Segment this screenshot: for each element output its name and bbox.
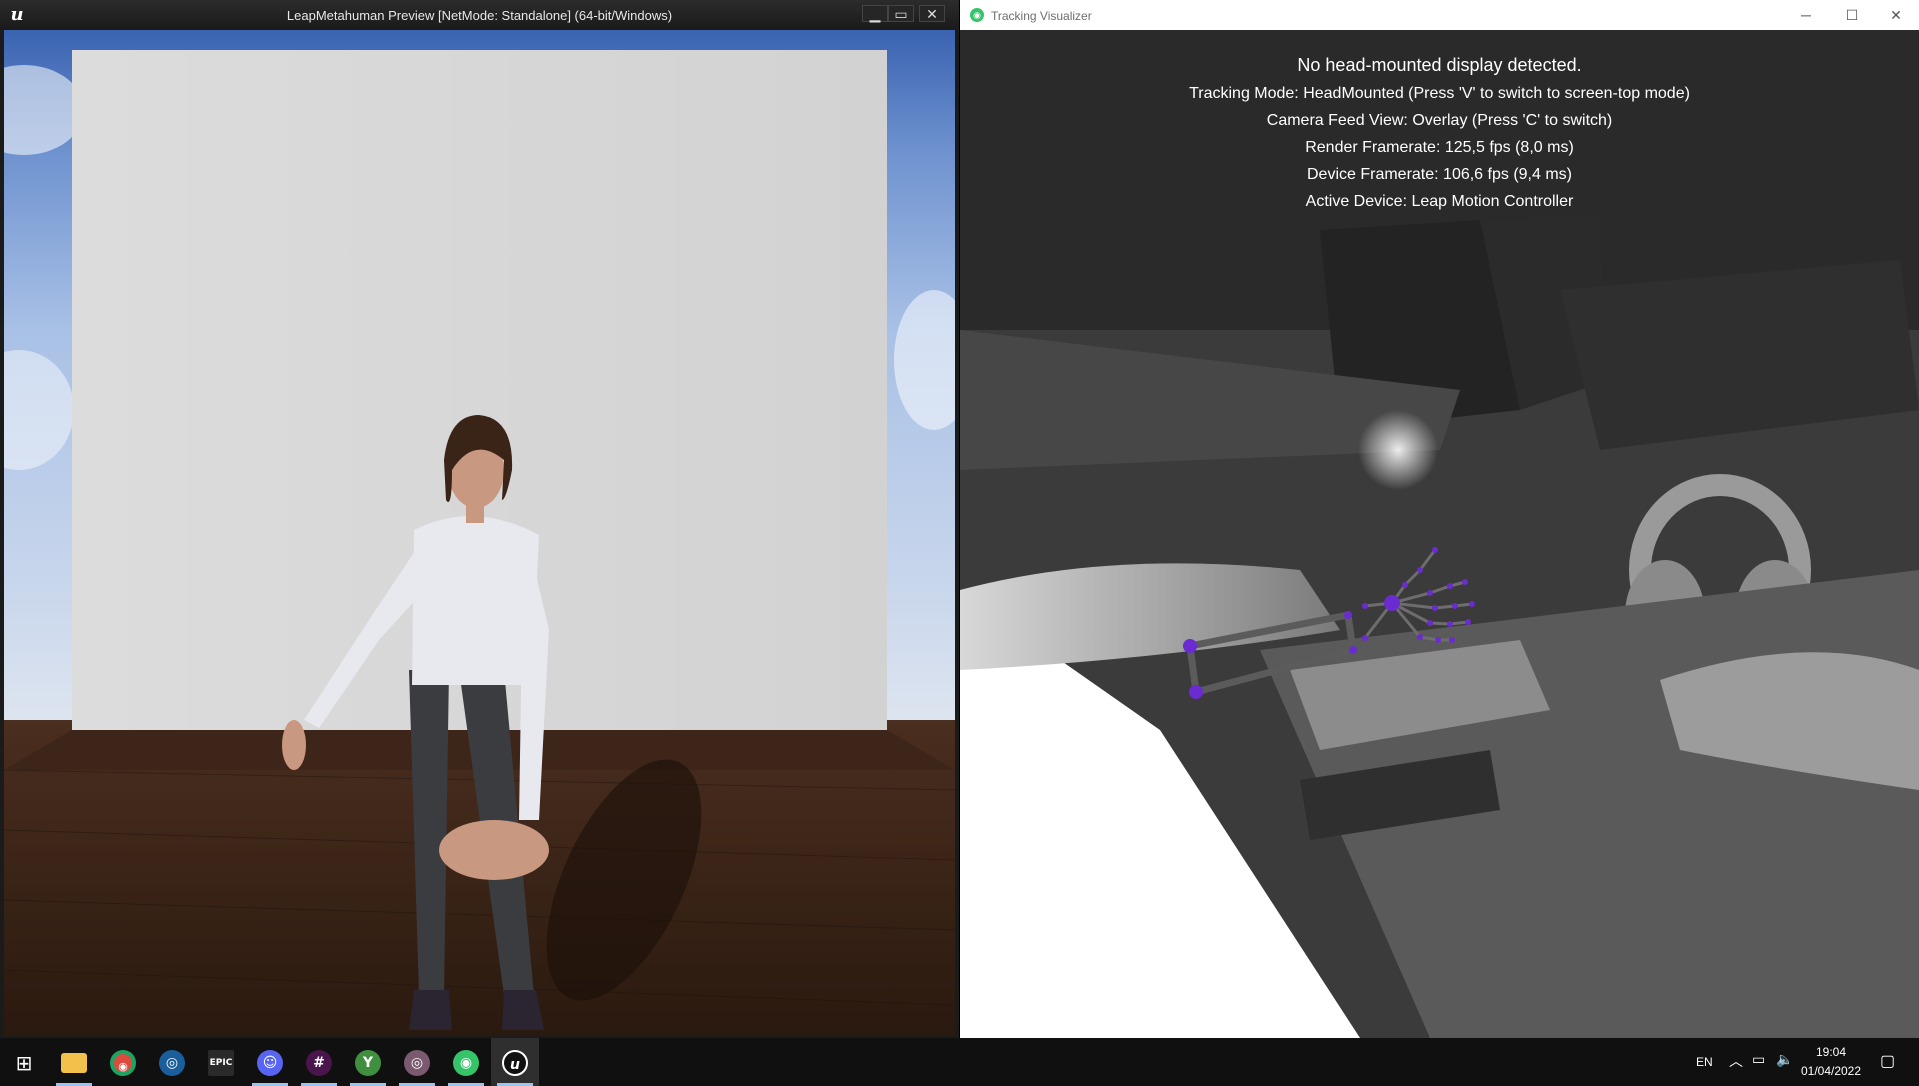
taskbar-chrome[interactable]: ◉: [99, 1038, 147, 1086]
taskbar-app-y[interactable]: Y: [344, 1038, 392, 1086]
chevron-up-icon[interactable]: ︿: [1729, 1051, 1743, 1071]
close-button[interactable]: ✕: [919, 5, 945, 22]
tracking-status-panel: No head-mounted display detected. Tracki…: [960, 50, 1919, 215]
maximize-button[interactable]: ☐: [1829, 0, 1875, 30]
taskbar-discord[interactable]: ☺: [246, 1038, 294, 1086]
taskbar-slack[interactable]: #: [295, 1038, 343, 1086]
camera-feed-view: No head-mounted display detected. Tracki…: [960, 30, 1919, 1038]
tracking-visualizer-title-bar[interactable]: ◉ Tracking Visualizer ─ ☐ ✕: [960, 0, 1919, 30]
taskbar-unreal[interactable]: u: [491, 1038, 539, 1086]
network-icon[interactable]: ▭: [1752, 1051, 1765, 1068]
tracking-visualizer-window: ◉ Tracking Visualizer ─ ☐ ✕ No head-moun…: [960, 0, 1919, 1038]
scene-render: [4, 50, 955, 1036]
eye-icon: ◉: [453, 1050, 479, 1077]
minimize-button[interactable]: ▁: [862, 5, 888, 22]
taskbar-steam[interactable]: ◎: [148, 1038, 196, 1086]
device-framerate-text: Device Framerate: 106,6 fps (9,4 ms): [1307, 166, 1572, 183]
unreal-title-bar[interactable]: u LeapMetahuman Preview [NetMode: Standa…: [0, 0, 959, 30]
taskbar-epic-games[interactable]: EPIC: [197, 1038, 245, 1086]
taskbar-app-eye[interactable]: ◉: [442, 1038, 490, 1086]
camera-feed-view-text: Camera Feed View: Overlay (Press 'C' to …: [1266, 112, 1613, 129]
taskbar-app-disc[interactable]: ◎: [393, 1038, 441, 1086]
game-viewport[interactable]: [4, 30, 955, 1036]
tracking-mode-text: Tracking Mode: HeadMounted (Press 'V' to…: [1189, 85, 1690, 102]
slack-icon: #: [306, 1050, 332, 1077]
window-title: LeapMetahuman Preview [NetMode: Standalo…: [286, 8, 673, 23]
minimize-button[interactable]: ─: [1783, 0, 1829, 30]
disc-icon: ◎: [404, 1050, 430, 1077]
discord-icon: ☺: [257, 1050, 283, 1077]
hmd-status-text: No head-mounted display detected.: [1297, 55, 1582, 75]
active-device-text: Active Device: Leap Motion Controller: [1305, 193, 1574, 210]
windows-logo-icon: ⊞: [15, 1051, 33, 1076]
unreal-preview-window: u LeapMetahuman Preview [NetMode: Standa…: [0, 0, 959, 1038]
start-button[interactable]: ⊞: [0, 1038, 48, 1086]
render-framerate-text: Render Framerate: 125,5 fps (8,0 ms): [1305, 139, 1574, 156]
taskbar-file-explorer[interactable]: ▬: [50, 1038, 98, 1086]
volume-icon[interactable]: 🔈: [1776, 1051, 1793, 1068]
ultraleap-app-icon: ◉: [970, 8, 984, 22]
folder-icon: ▬: [61, 1053, 87, 1074]
input-language-indicator[interactable]: EN: [1696, 1055, 1713, 1069]
chrome-icon: ◉: [110, 1050, 136, 1077]
window-title: Tracking Visualizer: [991, 9, 1092, 23]
steam-icon: ◎: [159, 1050, 185, 1077]
restore-button[interactable]: ▭: [888, 5, 914, 22]
clock-date[interactable]: 01/04/2022: [1798, 1064, 1864, 1078]
app-y-icon: Y: [355, 1050, 381, 1077]
unreal-icon: u: [502, 1050, 528, 1077]
windows-taskbar: ⊞ ▬ ◉ ◎ EPIC ☺ # Y ◎ ◉ u EN ︿ ▭ 🔈 19:04 …: [0, 1038, 1919, 1086]
notifications-icon[interactable]: ▢: [1880, 1051, 1895, 1071]
clock-time[interactable]: 19:04: [1798, 1045, 1864, 1059]
close-button[interactable]: ✕: [1873, 0, 1919, 30]
epic-games-icon: EPIC: [208, 1050, 234, 1077]
